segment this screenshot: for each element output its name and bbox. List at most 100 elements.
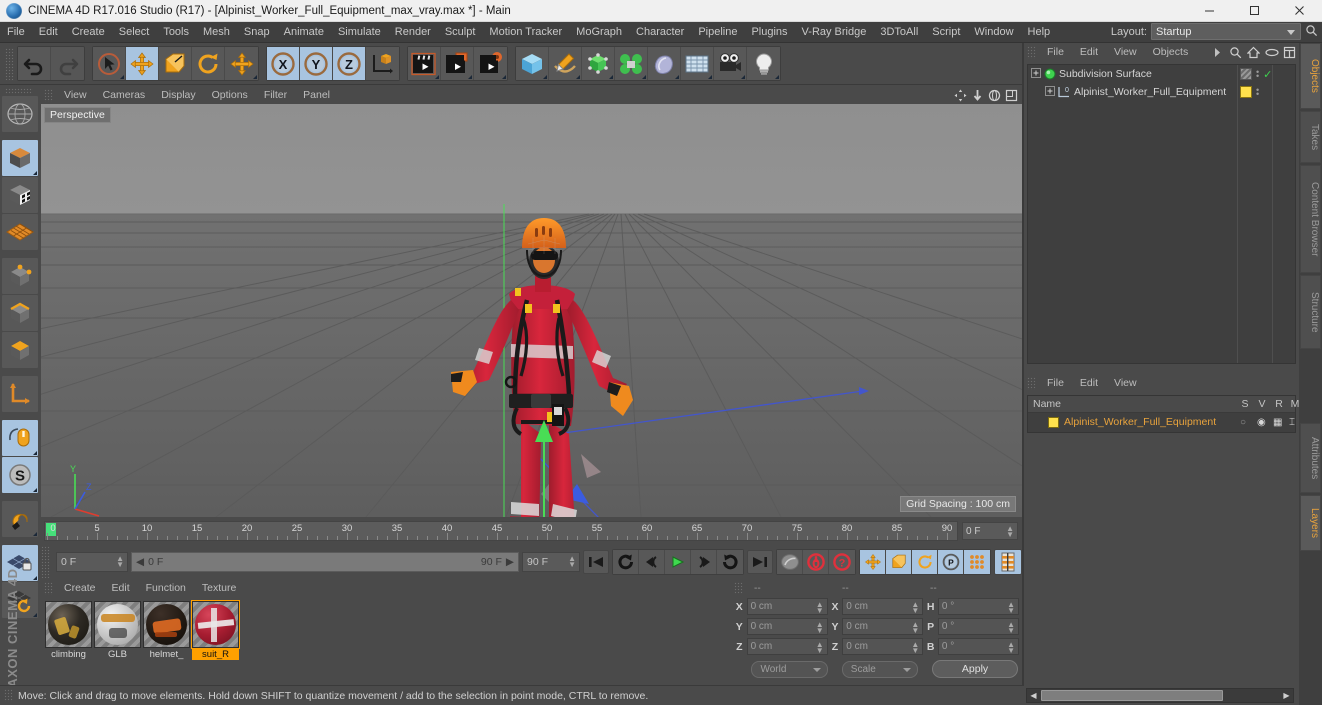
material-tag-icon[interactable] [1240,86,1252,98]
coord-input-rot-h[interactable]: 0 ° ▲ ▼ [937,598,1020,615]
chevron-right-icon[interactable] [1210,45,1225,60]
object-menu-objects[interactable]: Objects [1145,43,1197,62]
viewport-menu-filter[interactable]: Filter [256,87,295,104]
object-menu-file[interactable]: File [1039,43,1072,62]
object-tree[interactable]: Subdivision Surface • • ✓ 0 Alpinist_Work… [1027,64,1296,364]
coord-input-size-z[interactable]: 0 cm ▲ ▼ [842,638,924,655]
home-icon[interactable] [1246,45,1261,60]
menu-snap[interactable]: Snap [237,22,277,43]
next-frame-button[interactable] [691,550,717,574]
layer-render-toggle[interactable]: ▦ [1273,417,1282,428]
menu-mesh[interactable]: Mesh [196,22,237,43]
layer-row[interactable]: Alpinist_Worker_Full_Equipment ○ ◉ ▦ ⌶ [1028,413,1295,431]
layer-menu-edit[interactable]: Edit [1072,374,1106,393]
viewport-menu-view[interactable]: View [56,87,95,104]
polygons-mode-button[interactable] [2,332,38,368]
layer-menu-view[interactable]: View [1106,374,1145,393]
menu-render[interactable]: Render [388,22,438,43]
world-object-coordinates[interactable] [366,47,399,80]
layer-view-toggle[interactable]: ◉ [1257,417,1266,428]
material-menu-function[interactable]: Function [138,580,194,597]
undo-button[interactable] [18,47,51,80]
link-icon[interactable] [1264,45,1279,60]
material-preview[interactable] [143,601,190,648]
material-menu-edit[interactable]: Edit [104,580,138,597]
coord-input-pos-y[interactable]: 0 cm ▲ ▼ [746,618,828,635]
redo-button[interactable] [51,47,84,80]
spinner-icon[interactable]: ▲ ▼ [1007,601,1015,615]
coord-input-size-x[interactable]: 0 cm ▲ ▼ [842,598,924,615]
keyframe-selection-button[interactable]: ? [829,550,855,574]
material-item[interactable]: climbing [45,601,92,660]
anim-range-slider[interactable]: ◀ 0 F 90 F ▶ [131,552,519,572]
scale-key-button[interactable] [886,550,912,574]
spinner-icon[interactable]: ▲ ▼ [911,621,919,635]
animbar-grip[interactable] [41,546,50,578]
menu-character[interactable]: Character [629,22,691,43]
menu-animate[interactable]: Animate [277,22,331,43]
tab-attributes[interactable]: Attributes [1300,423,1321,493]
menu-simulate[interactable]: Simulate [331,22,388,43]
timeline-ruler[interactable]: 0 5 10 15 20 25 30 35 40 45 50 55 60 65 70 75 80 85 90 [44,521,958,541]
range-right-arrow-icon[interactable]: ▶ [506,556,514,568]
autokeying-button[interactable] [803,550,829,574]
material-menu-texture[interactable]: Texture [194,580,244,597]
material-item[interactable]: helmet_ [143,601,190,660]
layer-list[interactable]: Name S V R M Alpinist_Worker_Full_Equipm… [1027,395,1299,433]
tab-content-browser[interactable]: Content Browser [1300,165,1321,273]
pan-icon[interactable] [953,88,968,103]
viewport-menu-panel[interactable]: Panel [295,87,338,104]
coord-input-rot-p[interactable]: 0 ° ▲ ▼ [937,618,1020,635]
coordinate-space-dropdown[interactable]: World [751,660,828,678]
anim-end-frame-field[interactable]: 90 F ▲ ▼ [522,552,580,572]
coord-input-pos-x[interactable]: 0 cm ▲ ▼ [746,598,828,615]
edges-mode-button[interactable] [2,295,38,331]
add-environment-button[interactable] [648,47,681,80]
viewport-3d[interactable]: Perspective Grid Spacing : 100 cm Y Z [41,104,1022,517]
menu-3dtoall[interactable]: 3DToAll [873,22,925,43]
model-mode-button[interactable] [2,177,38,213]
spinner-icon[interactable]: ▲ ▼ [816,641,824,655]
close-button[interactable] [1277,0,1322,22]
render-settings-button[interactable] [474,47,507,80]
viewport-menu-cameras[interactable]: Cameras [95,87,154,104]
go-to-start-button[interactable] [583,550,609,574]
coordinates-grip[interactable] [734,582,743,594]
add-deformer-button[interactable] [615,47,648,80]
coord-input-size-y[interactable]: 0 cm ▲ ▼ [842,618,924,635]
orbit-icon[interactable] [987,88,1002,103]
layout-dropdown[interactable]: Startup [1151,23,1301,40]
add-camera-button[interactable] [714,47,747,80]
add-light-button[interactable] [747,47,780,80]
dolly-icon[interactable] [970,88,985,103]
material-preview[interactable] [191,600,240,649]
menu-script[interactable]: Script [925,22,967,43]
coord-input-pos-z[interactable]: 0 cm ▲ ▼ [746,638,828,655]
layer-solo-toggle[interactable]: ○ [1240,417,1246,428]
y-axis-lock[interactable]: Y [300,47,333,80]
rotation-key-button[interactable] [912,550,938,574]
tab-structure[interactable]: Structure [1300,275,1321,349]
move-duplicate-tool[interactable] [225,47,258,80]
anim-current-frame-field[interactable]: 0 F ▲ ▼ [56,552,128,572]
play-reverse-button[interactable] [613,550,639,574]
material-item-selected[interactable]: suit_R [191,600,240,660]
coord-input-rot-b[interactable]: 0 ° ▲ ▼ [937,638,1020,655]
spinner-icon[interactable]: ▲ ▼ [911,641,919,655]
menu-help[interactable]: Help [1021,22,1058,43]
play-forward-loop-button[interactable] [717,550,743,574]
visibility-check-icon[interactable]: ✓ [1263,68,1272,81]
scrollbar-thumb[interactable] [1041,690,1223,701]
spinner-icon[interactable]: ▲ ▼ [1007,641,1015,655]
tab-takes[interactable]: Takes [1300,111,1321,163]
menu-plugins[interactable]: Plugins [744,22,794,43]
spinner-icon[interactable]: ▲ ▼ [816,621,824,635]
maximize-view-icon[interactable] [1004,88,1019,103]
coordinate-mode-dropdown[interactable]: Scale [841,660,919,678]
menu-tools[interactable]: Tools [156,22,196,43]
render-region-button[interactable] [441,47,474,80]
point-level-animation-button[interactable] [964,550,990,574]
apply-button[interactable]: Apply [932,660,1018,678]
tab-layers[interactable]: Layers [1300,495,1321,551]
maximize-button[interactable] [1232,0,1277,22]
